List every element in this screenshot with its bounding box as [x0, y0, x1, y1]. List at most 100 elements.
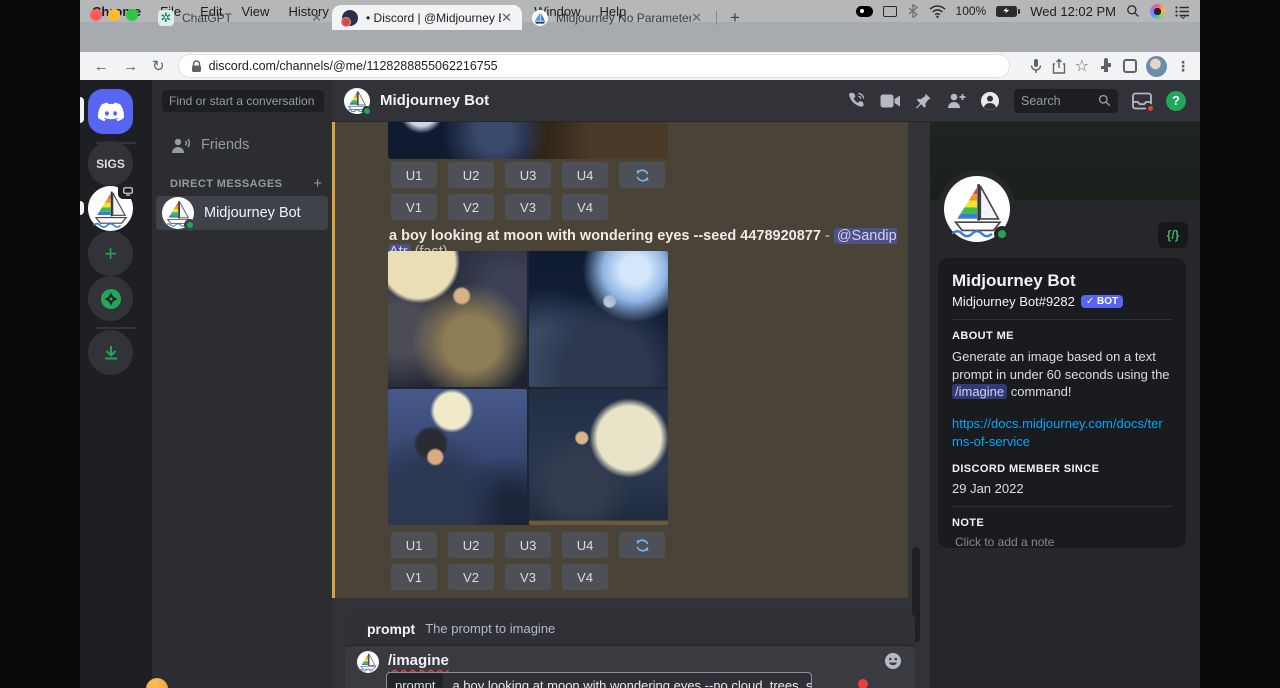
tab-close-icon[interactable]: ✕	[311, 10, 322, 26]
u4-button[interactable]: U4	[562, 162, 608, 188]
omnibox[interactable]: discord.com/channels/@me/112828885506221…	[179, 55, 1009, 77]
note-input[interactable]: Click to add a note	[952, 535, 1172, 549]
help-button[interactable]: ?	[1166, 91, 1186, 111]
mic-icon[interactable]	[1029, 58, 1043, 74]
grid-image-1[interactable]	[388, 251, 527, 387]
emoji-picker-icon[interactable]	[884, 652, 902, 670]
u2-button[interactable]: U2	[448, 532, 494, 558]
app-status-icon[interactable]	[1150, 4, 1165, 19]
mention-left-bar	[332, 122, 335, 598]
u1-button[interactable]: U1	[391, 532, 437, 558]
tab-close-icon[interactable]: ✕	[501, 10, 512, 26]
member-since-value: 29 Jan 2022	[952, 481, 1172, 496]
tab-midjourney-no-parameter[interactable]: Midjourney No Parameter ✕	[522, 5, 712, 30]
profile-card: Midjourney Bot Midjourney Bot#9282 ✓ BOT…	[938, 258, 1186, 548]
voice-call-icon[interactable]	[847, 91, 866, 110]
tab-discord-active[interactable]: • Discord | @Midjourney Bot ✕	[332, 5, 522, 30]
download-apps-button[interactable]	[88, 330, 133, 375]
variation-row: V1 V2 V3 V4	[391, 564, 608, 590]
previous-image-partial[interactable]	[388, 122, 668, 159]
user-profile-icon[interactable]	[980, 91, 1000, 111]
battery-icon[interactable]	[996, 6, 1020, 17]
online-status-dot	[994, 226, 1010, 242]
forward-icon[interactable]: →	[123, 58, 138, 75]
reload-icon[interactable]: ↻	[152, 57, 165, 75]
record-indicator-icon[interactable]	[856, 6, 873, 17]
tab-overflow-chevron-icon[interactable]: ⌄	[1178, 8, 1188, 22]
spotlight-icon[interactable]	[1126, 4, 1140, 18]
bluetooth-icon[interactable]	[907, 4, 919, 18]
bookmark-star-icon[interactable]: ☆	[1075, 56, 1089, 76]
back-icon[interactable]: ←	[94, 58, 109, 75]
v2-button[interactable]: V2	[448, 564, 494, 590]
profile-avatar[interactable]	[944, 176, 1010, 242]
extensions-puzzle-icon[interactable]	[1098, 58, 1114, 74]
u1-button[interactable]: U1	[391, 162, 437, 188]
discord-home-button[interactable]	[88, 89, 133, 134]
v3-button[interactable]: V3	[505, 194, 551, 220]
header-search-placeholder: Search	[1021, 94, 1061, 108]
about-me-header: ABOUT ME	[952, 330, 1172, 342]
grid-image-2[interactable]	[529, 251, 668, 387]
share-icon[interactable]	[1052, 58, 1066, 74]
prompt-field-value[interactable]: a boy looking at moon with wondering eye…	[452, 678, 812, 688]
pin-icon[interactable]	[915, 92, 932, 110]
u4-button[interactable]: U4	[562, 532, 608, 558]
sidebar-item-friends[interactable]: Friends	[158, 130, 326, 160]
reroll-button[interactable]	[619, 532, 665, 558]
upscale-row: U1 U2 U3 U4	[391, 532, 665, 558]
menubar-clock[interactable]: Wed 12:02 PM	[1030, 4, 1116, 19]
grid-image-4[interactable]	[529, 389, 668, 525]
u2-button[interactable]: U2	[448, 162, 494, 188]
autocomplete-option: prompt	[367, 621, 415, 637]
tab-chatgpt[interactable]: ✲ ChatGPT ✕	[148, 5, 332, 30]
header-search-input[interactable]: Search	[1014, 89, 1118, 113]
browser-menu-icon[interactable]: ⋮	[1176, 58, 1190, 75]
dm-item-midjourney-bot[interactable]: Midjourney Bot	[156, 196, 328, 230]
terms-link[interactable]: https://docs.midjourney.com/docs/terms-o…	[952, 415, 1172, 450]
reroll-button[interactable]	[619, 162, 665, 188]
create-dm-icon[interactable]: +	[313, 175, 322, 192]
add-friend-icon[interactable]	[946, 92, 966, 109]
tab-close-icon[interactable]: ✕	[691, 10, 702, 26]
u3-button[interactable]: U3	[505, 162, 551, 188]
imagine-command[interactable]: /imagine	[388, 652, 449, 669]
imagine-mention[interactable]: /imagine	[952, 384, 1007, 399]
video-call-icon[interactable]	[880, 93, 901, 109]
v4-button[interactable]: V4	[562, 564, 608, 590]
prompt-option-field[interactable]: prompt a boy looking at moon with wonder…	[386, 672, 812, 688]
window-close-button[interactable]	[90, 9, 102, 21]
slash-autocomplete-popup[interactable]: prompt The prompt to imagine	[345, 612, 915, 646]
v1-button[interactable]: V1	[391, 194, 437, 220]
browser-profile-avatar[interactable]	[1146, 56, 1167, 77]
conversation-search-input[interactable]: Find or start a conversation	[162, 90, 324, 112]
search-icon	[1098, 94, 1111, 107]
wifi-icon[interactable]	[929, 5, 946, 18]
v2-button[interactable]: V2	[448, 194, 494, 220]
about-text-after: command!	[1007, 384, 1071, 399]
about-text-before: Generate an image based on a text prompt…	[952, 349, 1170, 382]
server-sigs-button[interactable]: SIGS	[88, 141, 133, 186]
grid-image-3[interactable]	[388, 389, 527, 525]
card-divider	[952, 319, 1172, 320]
chat-header: Midjourney Bot Search ?	[332, 80, 1200, 122]
inbox-button[interactable]	[1132, 92, 1152, 110]
v4-button[interactable]: V4	[562, 194, 608, 220]
online-status-dot	[362, 106, 372, 116]
u3-button[interactable]: U3	[505, 532, 551, 558]
member-since-header: DISCORD MEMBER SINCE	[952, 463, 1172, 475]
v1-button[interactable]: V1	[391, 564, 437, 590]
window-minimize-button[interactable]	[108, 9, 120, 21]
variation-row: V1 V2 V3 V4	[391, 194, 608, 220]
add-server-button[interactable]: +	[88, 231, 133, 276]
window-zoom-button[interactable]	[126, 9, 138, 21]
explore-servers-button[interactable]	[88, 276, 133, 321]
rail-midjourney-avatar[interactable]	[88, 186, 133, 231]
separator: -	[825, 228, 830, 244]
battery-percent-label: 100%	[956, 4, 987, 18]
midjourney-image-grid[interactable]	[388, 251, 668, 525]
tab-search-icon[interactable]	[1123, 59, 1137, 73]
new-tab-button[interactable]: +	[730, 8, 740, 28]
v3-button[interactable]: V3	[505, 564, 551, 590]
screen-mirroring-icon[interactable]	[883, 6, 897, 17]
